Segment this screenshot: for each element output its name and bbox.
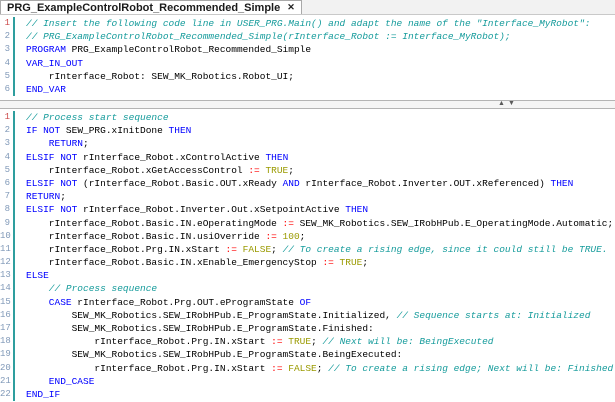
line-number: 16 [0, 309, 15, 322]
code-text: // Process start sequence [26, 111, 615, 124]
tab-bar: PRG_ExampleControlRobot_Recommended_Simp… [0, 0, 615, 15]
code-line[interactable]: 2 IF NOT SEW_PRG.xInitDone THEN [0, 124, 615, 137]
code-text: PROGRAM PRG_ExampleControlRobot_Recommen… [26, 43, 615, 56]
line-number: 5 [0, 70, 15, 83]
code-line[interactable]: 1 // Insert the following code line in US… [0, 17, 615, 30]
code-text: END_VAR [26, 83, 615, 96]
editor-tab[interactable]: PRG_ExampleControlRobot_Recommended_Simp… [0, 0, 302, 14]
code-text: rInterface_Robot.Prg.IN.xStart := TRUE; … [26, 335, 615, 348]
declaration-editor[interactable]: 1 // Insert the following code line in US… [0, 15, 615, 100]
line-number: 8 [0, 203, 15, 216]
code-line[interactable]: 16 SEW_MK_Robotics.SEW_IRobHPub.E_Progra… [0, 309, 615, 322]
code-text: rInterface_Robot.Basic.IN.eOperatingMode… [26, 217, 615, 230]
line-number: 12 [0, 256, 15, 269]
line-number: 2 [0, 30, 15, 43]
code-line[interactable]: 2 // PRG_ExampleControlRobot_Recommended_… [0, 30, 615, 43]
code-text: VAR_IN_OUT [26, 57, 615, 70]
code-text: rInterface_Robot.Prg.IN.xStart := FALSE;… [26, 243, 615, 256]
code-text: END_CASE [26, 375, 615, 388]
code-line[interactable]: 22 END_IF [0, 388, 615, 401]
line-number: 1 [0, 17, 15, 30]
code-line[interactable]: 8 ELSIF NOT rInterface_Robot.Inverter.Out… [0, 203, 615, 216]
line-number: 7 [0, 190, 15, 203]
code-text: CASE rInterface_Robot.Prg.OUT.eProgramSt… [26, 296, 615, 309]
line-number: 11 [0, 243, 15, 256]
code-text: SEW_MK_Robotics.SEW_IRobHPub.E_ProgramSt… [26, 309, 615, 322]
code-line[interactable]: 3 RETURN; [0, 137, 615, 150]
code-line[interactable]: 4 ELSIF NOT rInterface_Robot.xControlActi… [0, 151, 615, 164]
code-line[interactable]: 11 rInterface_Robot.Prg.IN.xStart := FAL… [0, 243, 615, 256]
code-text: ELSIF NOT rInterface_Robot.xControlActiv… [26, 151, 615, 164]
code-line[interactable]: 10 rInterface_Robot.Basic.IN.usiOverride… [0, 230, 615, 243]
line-number: 9 [0, 217, 15, 230]
code-line[interactable]: 19 SEW_MK_Robotics.SEW_IRobHPub.E_Progra… [0, 348, 615, 361]
code-line[interactable]: 15 CASE rInterface_Robot.Prg.OUT.eProgra… [0, 296, 615, 309]
code-text: rInterface_Robot.Basic.IN.xEnable_Emerge… [26, 256, 615, 269]
code-text: rInterface_Robot: SEW_MK_Robotics.Robot_… [26, 70, 615, 83]
line-number: 6 [0, 177, 15, 190]
collapse-up-icon[interactable]: ▲ [498, 99, 505, 109]
code-line[interactable]: 7 RETURN; [0, 190, 615, 203]
code-line[interactable]: 5 rInterface_Robot.xGetAccessControl := … [0, 164, 615, 177]
line-number: 18 [0, 335, 15, 348]
code-text: RETURN; [26, 137, 615, 150]
line-number: 3 [0, 137, 15, 150]
code-text: SEW_MK_Robotics.SEW_IRobHPub.E_ProgramSt… [26, 348, 615, 361]
code-line[interactable]: 21 END_CASE [0, 375, 615, 388]
line-number: 5 [0, 164, 15, 177]
code-line[interactable]: 9 rInterface_Robot.Basic.IN.eOperatingMo… [0, 217, 615, 230]
code-text: // PRG_ExampleControlRobot_Recommended_S… [26, 30, 615, 43]
pane-splitter[interactable]: ▲ ▼ [0, 100, 615, 109]
line-number: 6 [0, 83, 15, 96]
code-line[interactable]: 3 PROGRAM PRG_ExampleControlRobot_Recomme… [0, 43, 615, 56]
line-number: 22 [0, 388, 15, 401]
line-number: 13 [0, 269, 15, 282]
tab-title: PRG_ExampleControlRobot_Recommended_Simp… [7, 2, 280, 14]
code-line[interactable]: 6 END_VAR [0, 83, 615, 96]
line-number: 1 [0, 111, 15, 124]
code-text: // Process sequence [26, 282, 615, 295]
line-number: 20 [0, 362, 15, 375]
code-line[interactable]: 13 ELSE [0, 269, 615, 282]
code-line[interactable]: 20 rInterface_Robot.Prg.IN.xStart := FAL… [0, 362, 615, 375]
code-line[interactable]: 18 rInterface_Robot.Prg.IN.xStart := TRU… [0, 335, 615, 348]
code-text: // Insert the following code line in USE… [26, 17, 615, 30]
code-text: ELSIF NOT rInterface_Robot.Inverter.Out.… [26, 203, 615, 216]
line-number: 17 [0, 322, 15, 335]
code-line[interactable]: 17 SEW_MK_Robotics.SEW_IRobHPub.E_Progra… [0, 322, 615, 335]
code-text: rInterface_Robot.Prg.IN.xStart := FALSE;… [26, 362, 615, 375]
line-number: 2 [0, 124, 15, 137]
code-text: SEW_MK_Robotics.SEW_IRobHPub.E_ProgramSt… [26, 322, 615, 335]
line-number: 14 [0, 282, 15, 295]
code-text: END_IF [26, 388, 615, 401]
code-text: ELSIF NOT (rInterface_Robot.Basic.OUT.xR… [26, 177, 615, 190]
line-number: 4 [0, 57, 15, 70]
line-number: 10 [0, 230, 15, 243]
code-line[interactable]: 6 ELSIF NOT (rInterface_Robot.Basic.OUT.x… [0, 177, 615, 190]
code-text: ELSE [26, 269, 615, 282]
line-number: 4 [0, 151, 15, 164]
code-text: IF NOT SEW_PRG.xInitDone THEN [26, 124, 615, 137]
code-text: RETURN; [26, 190, 615, 203]
line-number: 21 [0, 375, 15, 388]
code-line[interactable]: 1 // Process start sequence [0, 111, 615, 124]
code-line[interactable]: 12 rInterface_Robot.Basic.IN.xEnable_Eme… [0, 256, 615, 269]
code-text: rInterface_Robot.Basic.IN.usiOverride :=… [26, 230, 615, 243]
code-line[interactable]: 5 rInterface_Robot: SEW_MK_Robotics.Robo… [0, 70, 615, 83]
line-number: 19 [0, 348, 15, 361]
collapse-down-icon[interactable]: ▼ [508, 99, 515, 109]
code-line[interactable]: 14 // Process sequence [0, 282, 615, 295]
st-code-editor-window: PRG_ExampleControlRobot_Recommended_Simp… [0, 0, 615, 402]
line-number: 15 [0, 296, 15, 309]
implementation-editor[interactable]: 1 // Process start sequence 2 IF NOT SEW_PR… [0, 109, 615, 402]
close-icon[interactable]: ✕ [287, 2, 295, 13]
code-line[interactable]: 4 VAR_IN_OUT [0, 57, 615, 70]
code-text: rInterface_Robot.xGetAccessControl := TR… [26, 164, 615, 177]
splitter-buttons: ▲ ▼ [498, 99, 515, 109]
line-number: 3 [0, 43, 15, 56]
